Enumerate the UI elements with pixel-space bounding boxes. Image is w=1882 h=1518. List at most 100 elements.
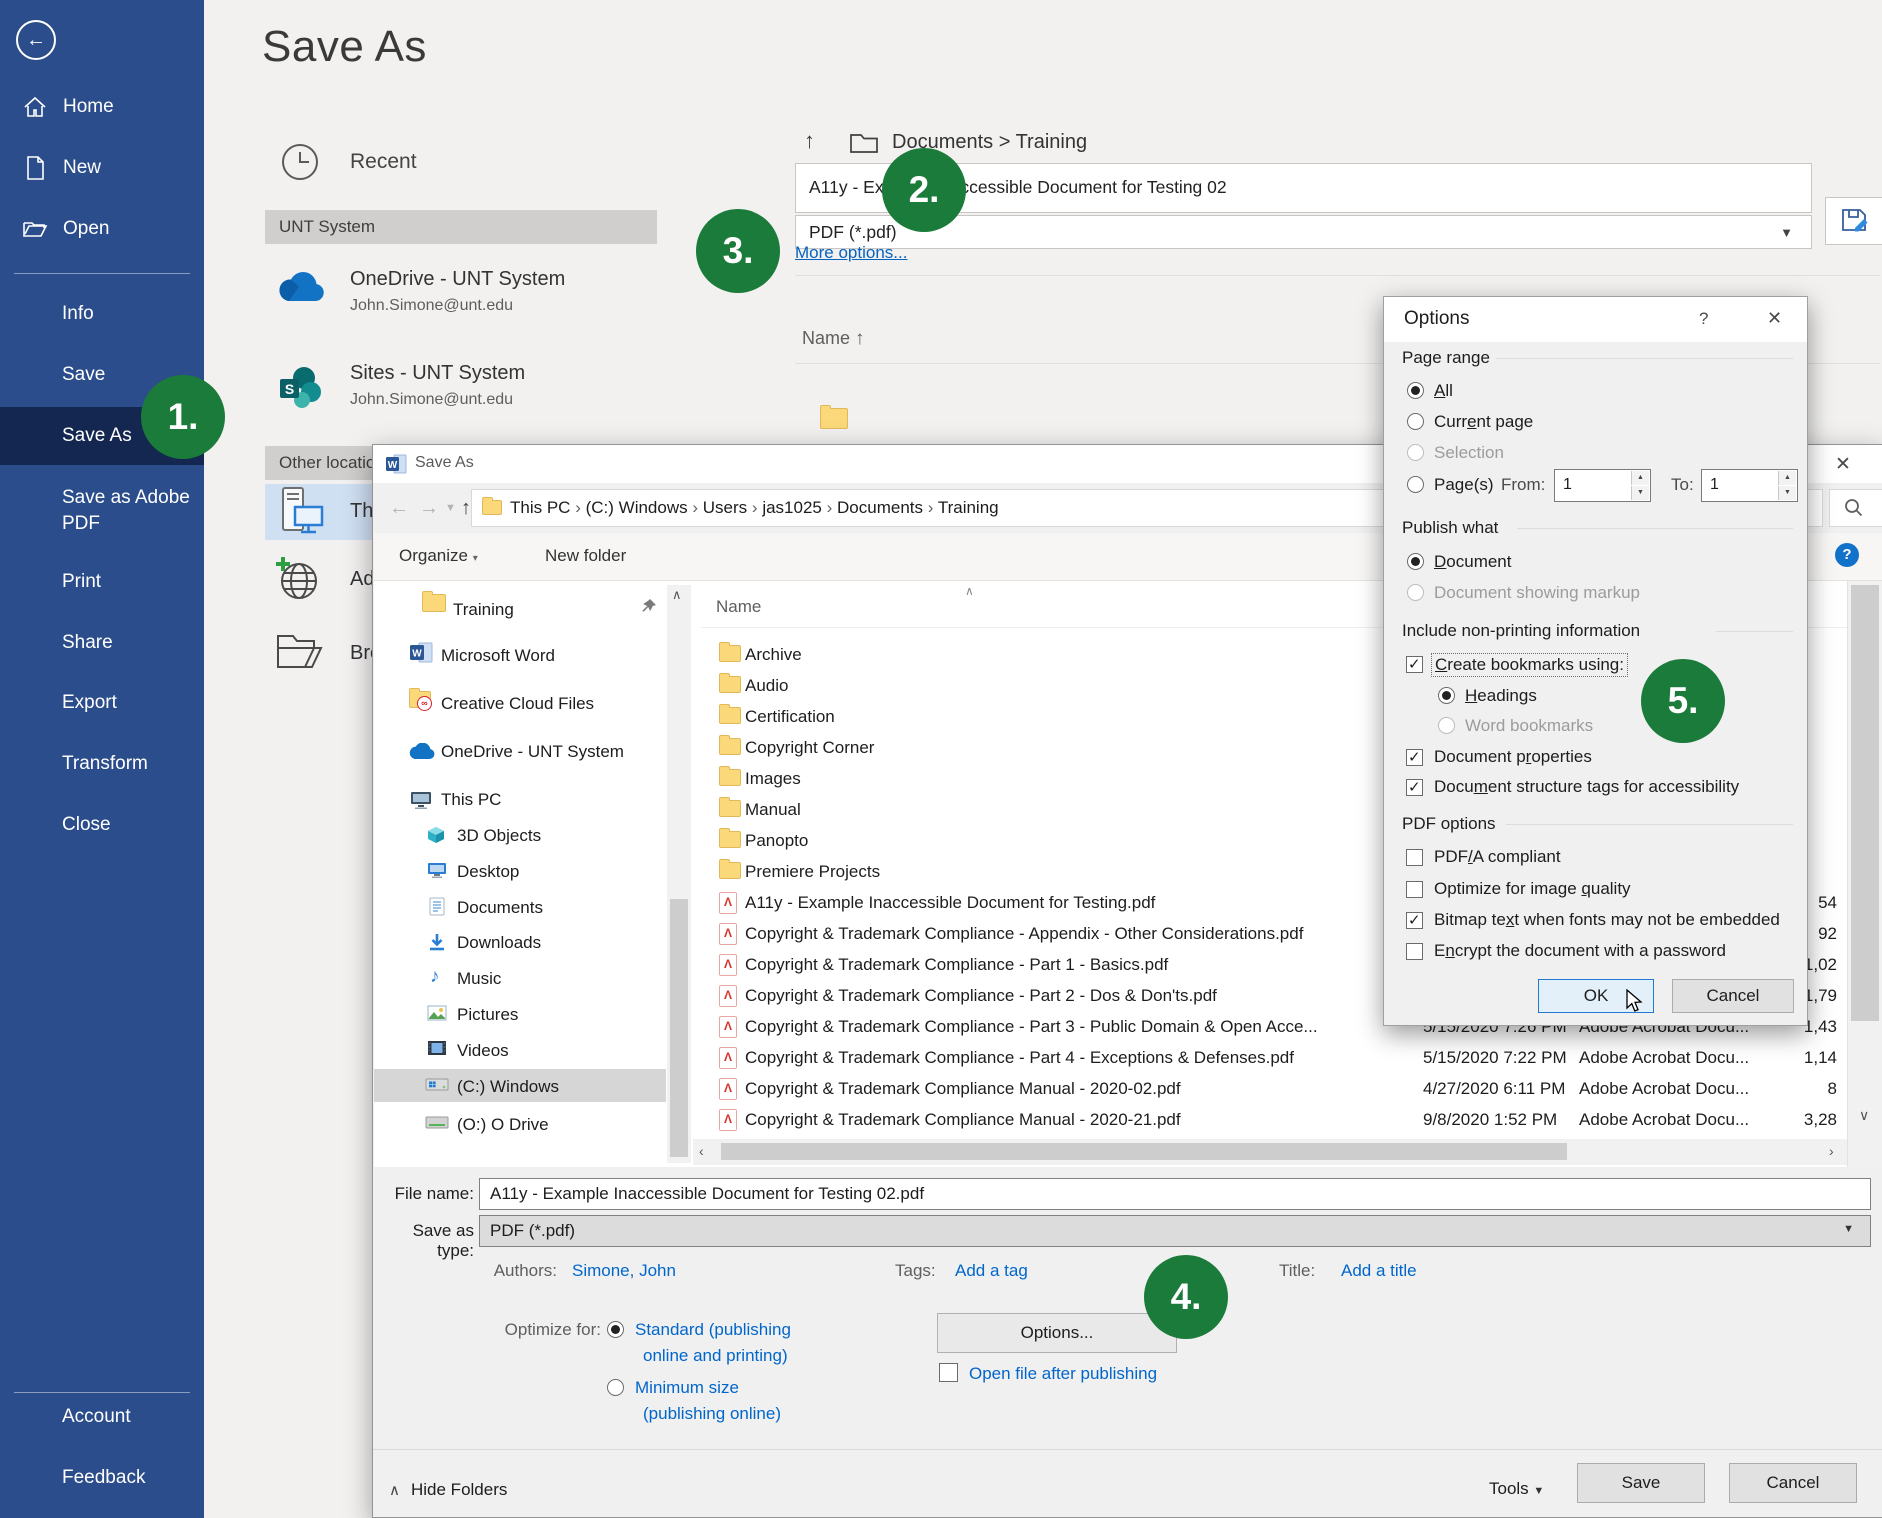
more-options-link[interactable]: More options...: [795, 243, 907, 263]
page-range-current-radio[interactable]: [1407, 413, 1424, 430]
cancel-button[interactable]: Cancel: [1672, 979, 1794, 1013]
file-row[interactable]: ΛCopyright & Trademark Compliance Manual…: [701, 1104, 1847, 1135]
tree-item-microsoft-word[interactable]: Microsoft Word: [441, 646, 555, 666]
add-tag-link[interactable]: Add a tag: [955, 1261, 1028, 1281]
pdfa-compliant-checkbox[interactable]: [1406, 849, 1423, 866]
nav-forward-icon[interactable]: →: [419, 496, 439, 520]
sidebar-item-info[interactable]: Info: [62, 302, 194, 326]
optimize-image-quality-checkbox[interactable]: [1406, 881, 1423, 898]
places-item-onedrive[interactable]: OneDrive - UNT System John.Simone@unt.ed…: [350, 268, 565, 315]
spinner-down-icon[interactable]: ▼: [1778, 486, 1796, 500]
file-row[interactable]: ΛCopyright & Trademark Compliance - Part…: [701, 1042, 1847, 1073]
sidebar-item-close[interactable]: Close: [62, 813, 194, 837]
standard-radio[interactable]: [607, 1321, 624, 1338]
close-icon[interactable]: ✕: [1835, 453, 1851, 476]
document-structure-tags-label[interactable]: Document structure tags for accessibilit…: [1434, 777, 1739, 797]
path-segment[interactable]: Documents: [837, 498, 923, 517]
page-range-pages-label[interactable]: Page(s): [1434, 475, 1494, 495]
sidebar-item-export[interactable]: Export: [62, 691, 194, 715]
list-scrollbar-thumb[interactable]: [1851, 585, 1879, 1021]
document-structure-tags-checkbox[interactable]: [1406, 779, 1423, 796]
bitmap-text-label[interactable]: Bitmap text when fonts may not be embedd…: [1434, 910, 1780, 930]
page-range-all-label[interactable]: All: [1434, 381, 1453, 401]
scroll-up-icon[interactable]: ∧: [672, 587, 682, 603]
sidebar-item-print[interactable]: Print: [62, 570, 194, 594]
page-range-all-radio[interactable]: [1407, 382, 1424, 399]
tree-item-onedrive[interactable]: OneDrive - UNT System: [441, 742, 624, 762]
save-as-type-dropdown[interactable]: PDF (*.pdf) ▼: [479, 1215, 1871, 1247]
pdfa-compliant-label[interactable]: PDF/A compliant: [1434, 847, 1561, 867]
tree-scrollbar-thumb[interactable]: [670, 899, 688, 1157]
add-title-link[interactable]: Add a title: [1341, 1261, 1417, 1281]
encrypt-document-label[interactable]: Encrypt the document with a password: [1434, 941, 1726, 961]
document-properties-checkbox[interactable]: [1406, 749, 1423, 766]
tree-item-training[interactable]: Training: [453, 600, 514, 620]
path-segment[interactable]: Training: [938, 498, 999, 517]
help-icon[interactable]: ?: [1835, 543, 1859, 567]
from-spinner[interactable]: 1 ▲ ▼: [1554, 469, 1651, 502]
tree-item-videos[interactable]: Videos: [457, 1041, 509, 1061]
sidebar-item-home[interactable]: Home: [0, 89, 204, 125]
scroll-right-icon[interactable]: ›: [1829, 1143, 1834, 1159]
sidebar-item-share[interactable]: Share: [62, 631, 194, 655]
tree-item-o-drive[interactable]: (O:) O Drive: [457, 1115, 549, 1135]
file-row[interactable]: ΛCopyright & Trademark Compliance Manual…: [701, 1073, 1847, 1104]
spinner-up-icon[interactable]: ▲: [1631, 471, 1649, 485]
publish-document-radio[interactable]: [1407, 553, 1424, 570]
cancel-button[interactable]: Cancel: [1729, 1463, 1857, 1503]
document-properties-label[interactable]: Document properties: [1434, 747, 1592, 767]
headings-label[interactable]: Headings: [1465, 686, 1537, 706]
sidebar-item-transform[interactable]: Transform: [62, 752, 194, 776]
open-after-publishing-label[interactable]: Open file after publishing: [969, 1364, 1157, 1384]
organize-menu[interactable]: Organize ▾: [399, 546, 478, 566]
tree-item-music[interactable]: Music: [457, 969, 501, 989]
open-after-publishing-checkbox[interactable]: [939, 1363, 958, 1382]
nav-up-icon[interactable]: ↑: [461, 496, 471, 520]
minimum-size-radio[interactable]: [607, 1379, 624, 1396]
name-column-header[interactable]: Name ↑: [802, 328, 865, 350]
nav-back-icon[interactable]: ←: [389, 496, 409, 520]
save-button[interactable]: Save: [1577, 1463, 1705, 1503]
path-segment[interactable]: jas1025: [762, 498, 822, 517]
publish-document-label[interactable]: Document: [1434, 552, 1511, 572]
spinner-down-icon[interactable]: ▼: [1631, 486, 1649, 500]
headings-radio[interactable]: [1438, 687, 1455, 704]
tree-item-this-pc[interactable]: This PC: [441, 790, 501, 810]
places-item-recent[interactable]: Recent: [350, 150, 417, 174]
search-box[interactable]: [1829, 489, 1882, 527]
filename-input[interactable]: A11y - Example Inaccessible Document for…: [479, 1178, 1871, 1210]
hide-folders-button[interactable]: Hide Folders: [411, 1480, 507, 1500]
dialog-help-icon[interactable]: ?: [1699, 309, 1708, 329]
minimum-size-radio-label[interactable]: Minimum size: [635, 1378, 739, 1398]
authors-value[interactable]: Simone, John: [572, 1261, 676, 1281]
tree-item-desktop[interactable]: Desktop: [457, 862, 519, 882]
sidebar-item-save-as-adobe-pdf[interactable]: Save as Adobe PDF: [62, 485, 194, 537]
bitmap-text-checkbox[interactable]: [1406, 912, 1423, 929]
tree-item-3d-objects[interactable]: 3D Objects: [457, 826, 541, 846]
sidebar-item-account[interactable]: Account: [62, 1405, 194, 1429]
save-a-copy-button[interactable]: [1825, 197, 1882, 245]
spinner-up-icon[interactable]: ▲: [1778, 471, 1796, 485]
create-bookmarks-checkbox[interactable]: [1406, 656, 1423, 673]
options-button[interactable]: Options...: [937, 1313, 1177, 1353]
to-spinner[interactable]: 1 ▲ ▼: [1701, 469, 1798, 502]
list-column-header-name[interactable]: Name: [716, 597, 761, 617]
up-folder-icon[interactable]: ↑: [804, 128, 815, 154]
path-segment[interactable]: This PC: [510, 498, 570, 517]
tree-item-pictures[interactable]: Pictures: [457, 1005, 518, 1025]
create-bookmarks-label[interactable]: Create bookmarks using:: [1432, 654, 1627, 676]
path-segment[interactable]: (C:) Windows: [586, 498, 688, 517]
new-folder-button[interactable]: New folder: [545, 546, 626, 566]
places-item-sites[interactable]: Sites - UNT System John.Simone@unt.edu: [350, 362, 525, 409]
sidebar-item-open[interactable]: Open: [0, 211, 204, 247]
tree-item-c-drive[interactable]: (C:) Windows: [457, 1077, 559, 1097]
back-button[interactable]: ←: [16, 20, 56, 60]
sidebar-item-feedback[interactable]: Feedback: [62, 1466, 194, 1490]
standard-radio-label[interactable]: Standard (publishing: [635, 1320, 791, 1340]
tree-item-creative-cloud-files[interactable]: Creative Cloud Files: [441, 694, 594, 714]
optimize-image-quality-label[interactable]: Optimize for image quality: [1434, 879, 1631, 899]
encrypt-document-checkbox[interactable]: [1406, 943, 1423, 960]
page-range-pages-radio[interactable]: [1407, 476, 1424, 493]
close-icon[interactable]: ✕: [1767, 308, 1782, 329]
scroll-down-icon[interactable]: ∨: [1859, 1107, 1869, 1124]
